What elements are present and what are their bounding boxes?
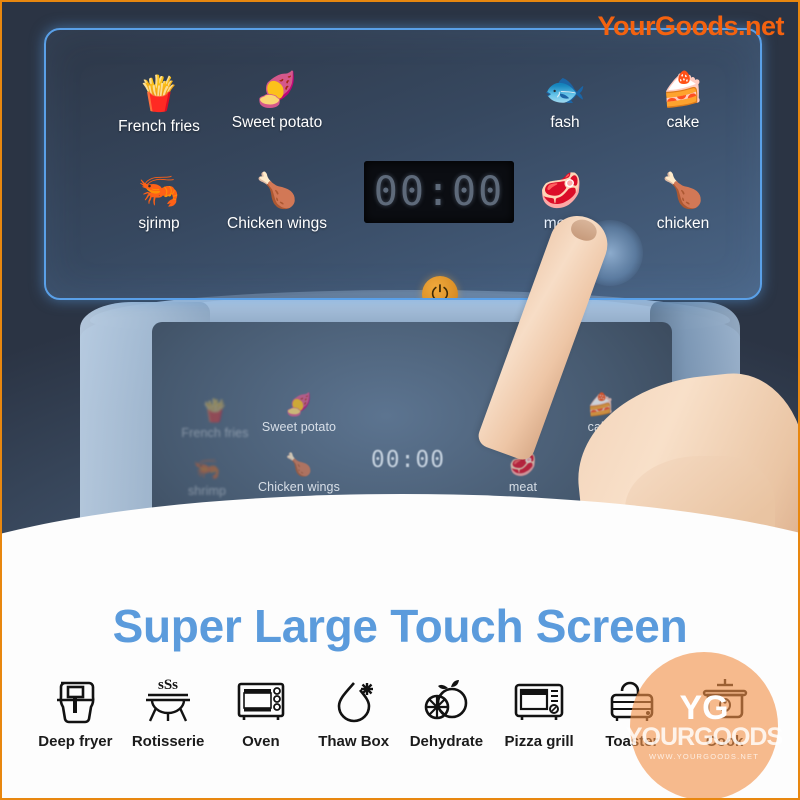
- thaw-droplet-icon: [337, 682, 373, 723]
- timer-display: 00:00: [364, 161, 514, 223]
- product-infographic: 🍟 French fries 🍠 Sweet potato 🐟 fish 🍰 c…: [0, 0, 800, 800]
- watermark-logo: YG YOURGOODS WWW.YOURGOODS.NET: [626, 652, 783, 798]
- page-title: Super Large Touch Screen: [112, 600, 688, 652]
- feature-deep-fryer: Deep fryer: [29, 675, 122, 750]
- rotisserie-grill-icon: sSs: [146, 677, 191, 722]
- dehydrate-fruit-icon: [425, 680, 468, 720]
- device-item-sweet-potato[interactable]: 🍠 Sweet potato: [256, 392, 342, 435]
- device-item-french-fries[interactable]: 🍟 French fries: [172, 398, 258, 441]
- watermark-url: WWW.YOURGOODS.NET: [649, 751, 759, 761]
- feature-oven: Oven: [215, 675, 308, 750]
- feature-dehydrate: Dehydrate: [400, 675, 493, 750]
- watermark-top-text: YourGoods.net: [597, 11, 785, 41]
- power-button[interactable]: ⏻: [422, 276, 458, 298]
- sweet-potato-icon: 🍠: [255, 71, 299, 109]
- panel-button-cake[interactable]: 🍰 cake: [608, 72, 758, 132]
- watermark-brand: YOURGOODS: [625, 722, 783, 751]
- sweet-potato-icon: 🍠: [285, 392, 313, 417]
- feature-pizza-grill: Pizza grill: [493, 675, 586, 750]
- product-photo: 🍟 French fries 🍠 Sweet potato 🐟 fish 🍰 c…: [2, 2, 798, 572]
- panel-button-sweet-potato[interactable]: 🍠 Sweet potato: [202, 72, 352, 132]
- device-item-shrimp[interactable]: 🦐 shrimp: [164, 456, 250, 499]
- feature-thaw-box: Thaw Box: [307, 675, 400, 750]
- feature-rotisserie: sSs Rotisserie: [131, 677, 205, 750]
- pizza-grill-icon: [514, 683, 564, 720]
- french-fries-icon: 🍟: [201, 398, 229, 423]
- chicken-wings-icon: 🍗: [285, 452, 313, 477]
- shrimp-icon: 🦐: [193, 456, 221, 481]
- svg-text:sSs: sSs: [158, 677, 178, 693]
- chicken-wings-icon: 🍗: [255, 172, 299, 210]
- timer-value: 00:00: [373, 169, 505, 215]
- device-item-chicken-wings[interactable]: 🍗 Chicken wings: [256, 452, 342, 495]
- watermark-initials: YG: [679, 688, 729, 727]
- device-timer-display: 00:00: [370, 447, 446, 473]
- oven-icon: [237, 682, 285, 720]
- panel-button-chicken-wings[interactable]: 🍗 Chicken wings: [202, 173, 352, 233]
- cake-icon: 🍰: [661, 71, 705, 109]
- deep-fryer-icon: [57, 681, 95, 724]
